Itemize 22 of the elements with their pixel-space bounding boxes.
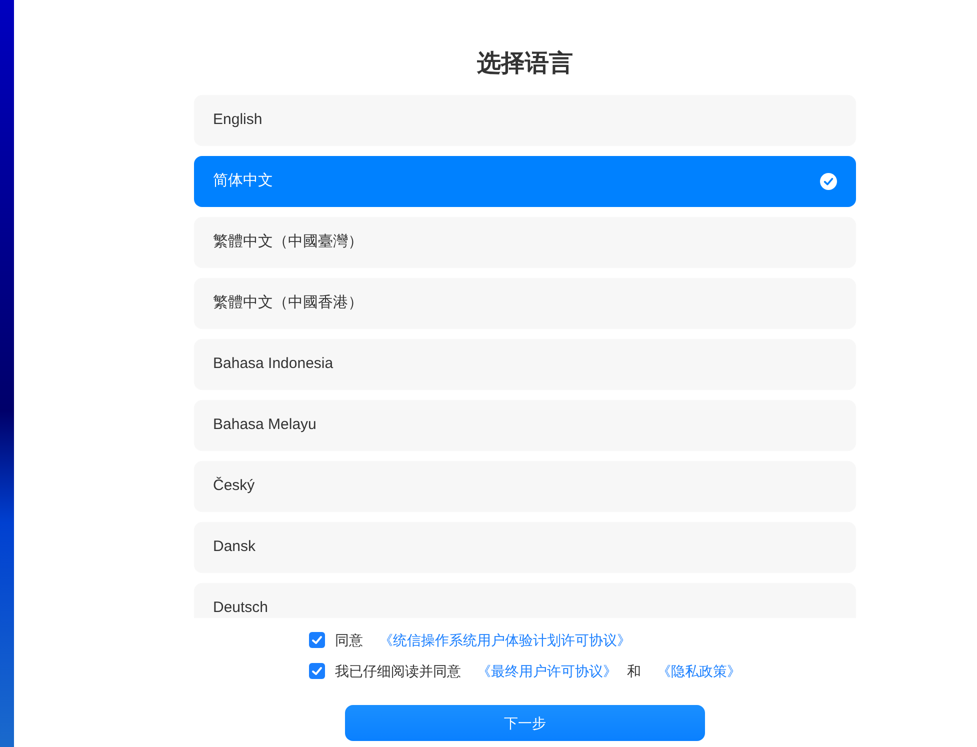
checkbox[interactable] bbox=[309, 632, 325, 648]
language-option[interactable]: Bahasa Indonesia bbox=[194, 339, 856, 390]
check-icon bbox=[820, 173, 837, 190]
language-option[interactable]: Deutsch bbox=[194, 583, 856, 618]
language-option[interactable]: 繁體中文（中國臺灣） bbox=[194, 217, 856, 268]
agreement-text: 同意 bbox=[335, 630, 363, 650]
language-option[interactable]: 繁體中文（中國香港） bbox=[194, 278, 856, 329]
agreement-text: 和 bbox=[627, 662, 641, 680]
checkmark-icon bbox=[311, 665, 323, 677]
checkbox[interactable] bbox=[309, 663, 325, 679]
agreement-link[interactable]: 《最终用户许可协议》 bbox=[477, 660, 617, 682]
language-option[interactable]: Bahasa Melayu bbox=[194, 400, 856, 451]
language-option[interactable]: Dansk bbox=[194, 522, 856, 573]
language-option[interactable]: 简体中文 bbox=[194, 156, 856, 207]
agreement-text: 我已仔细阅读并同意 bbox=[335, 662, 461, 680]
next-button[interactable]: 下一步 bbox=[345, 705, 705, 741]
checkmark-icon bbox=[311, 634, 323, 646]
agreement-link[interactable]: 《隐私政策》 bbox=[657, 660, 741, 682]
page-title: 选择语言 bbox=[476, 49, 574, 79]
agreement-link[interactable]: 《统信操作系统用户体验计划许可协议》 bbox=[379, 630, 631, 650]
language-option[interactable]: English bbox=[194, 95, 856, 146]
language-option[interactable]: Český bbox=[194, 461, 856, 512]
